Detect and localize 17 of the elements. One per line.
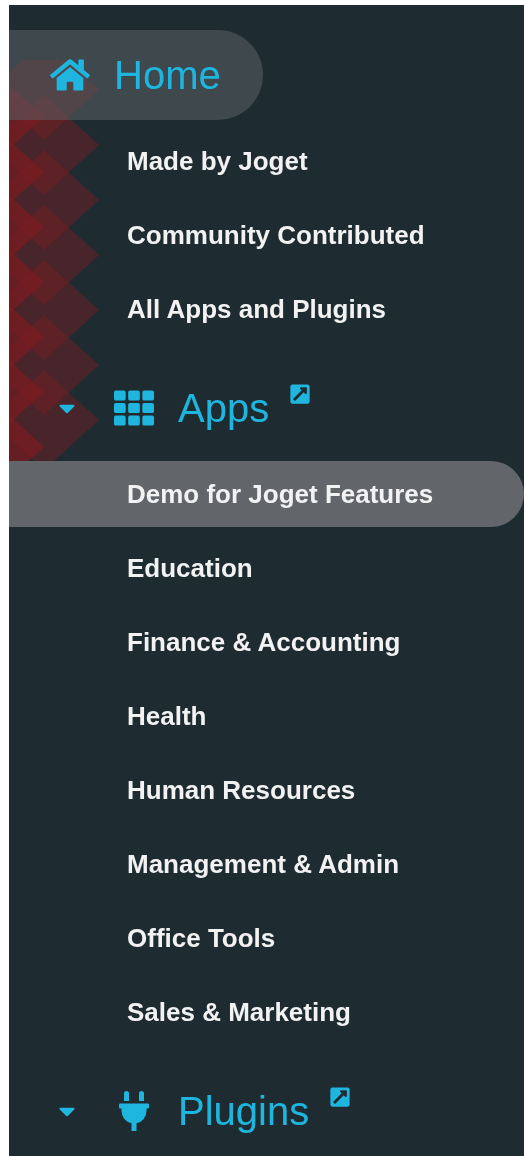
nav-item[interactable]: Finance & Accounting: [9, 609, 524, 675]
nav-item[interactable]: Human Resources: [9, 757, 524, 823]
nav-item[interactable]: Sales & Marketing: [9, 979, 524, 1045]
nav-header-link[interactable]: Apps: [9, 363, 354, 453]
nav-item[interactable]: Management & Admin: [9, 831, 524, 897]
external-link-icon[interactable]: [289, 383, 312, 405]
grid-icon: [114, 388, 154, 428]
nav-item[interactable]: All Apps and Plugins: [9, 276, 524, 342]
nav-item[interactable]: Community Contributed: [9, 202, 524, 268]
nav-item[interactable]: Demo for Joget Features: [9, 461, 524, 527]
nav-item[interactable]: Health: [9, 683, 524, 749]
nav-item[interactable]: Made by Joget: [9, 128, 524, 194]
nav-header-link[interactable]: Plugins: [9, 1066, 394, 1156]
external-link-icon[interactable]: [329, 1086, 352, 1108]
nav-item[interactable]: Education: [9, 535, 524, 601]
nav-item[interactable]: Office Tools: [9, 905, 524, 971]
nav-header-link[interactable]: Home: [9, 30, 263, 120]
